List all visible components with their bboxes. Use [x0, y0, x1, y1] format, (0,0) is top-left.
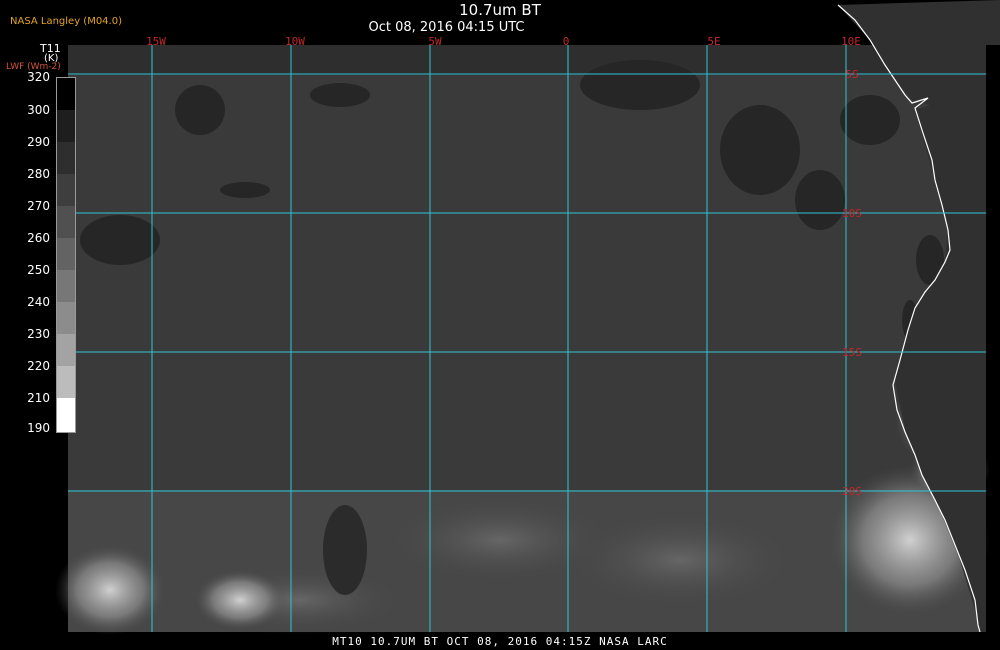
colorbar-tick: 240 [27, 295, 50, 309]
satellite-map: 15W 10W 5W 0 5E 10E 5S 10S 15S 20S [55, 0, 1000, 635]
colorbar-tick: 270 [27, 199, 50, 213]
colorbar [56, 77, 76, 433]
lon-label-15w: 15W [146, 35, 166, 48]
colorbar-tick: 280 [27, 167, 50, 181]
colorbar-tick: 320 [27, 70, 50, 84]
map-title: 10.7um BT [459, 1, 541, 19]
producer-label: NASA Langley (M04.0) [10, 16, 122, 27]
colorbar-tick: 290 [27, 135, 50, 149]
colorbar-tick: 210 [27, 391, 50, 405]
lat-label-20s: 20S [842, 485, 862, 498]
colorbar-tick: 260 [27, 231, 50, 245]
lon-label-5e: 5E [707, 35, 720, 48]
lat-label-15s: 15S [842, 346, 862, 359]
map-subtitle: Oct 08, 2016 04:15 UTC [368, 20, 525, 35]
colorbar-tick: 220 [27, 359, 50, 373]
lon-label-0: 0 [563, 35, 570, 48]
lon-label-10e: 10E [841, 35, 861, 48]
lat-label-5s: 5S [845, 68, 858, 81]
lon-label-10w: 10W [285, 35, 305, 48]
colorbar-tick: 190 [27, 421, 50, 435]
colorbar-tick: 300 [27, 103, 50, 117]
lat-label-10s: 10S [842, 207, 862, 220]
lon-label-5w: 5W [428, 35, 442, 48]
footer-label: MT10 10.7UM BT OCT 08, 2016 04:15Z NASA … [332, 635, 668, 648]
colorbar-tick: 230 [27, 327, 50, 341]
colorbar-tick: 250 [27, 263, 50, 277]
